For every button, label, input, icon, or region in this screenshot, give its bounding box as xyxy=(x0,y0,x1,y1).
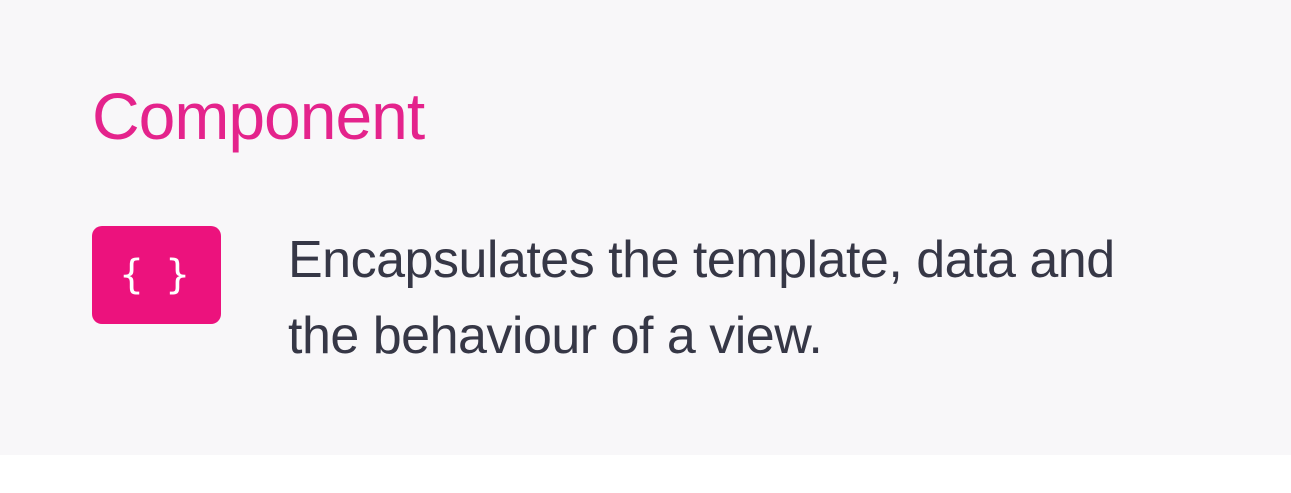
component-description: Encapsulates the template, data and the … xyxy=(288,222,1248,374)
slide: Component { } Encapsulates the template,… xyxy=(0,0,1291,493)
description-line-2: the behaviour of a view. xyxy=(288,307,823,365)
curly-braces-glyph: { } xyxy=(118,252,195,298)
description-line-1: Encapsulates the template, data and xyxy=(288,231,1115,289)
bottom-band xyxy=(0,455,1291,493)
curly-braces-icon: { } xyxy=(92,226,221,324)
component-title: Component xyxy=(92,79,425,153)
